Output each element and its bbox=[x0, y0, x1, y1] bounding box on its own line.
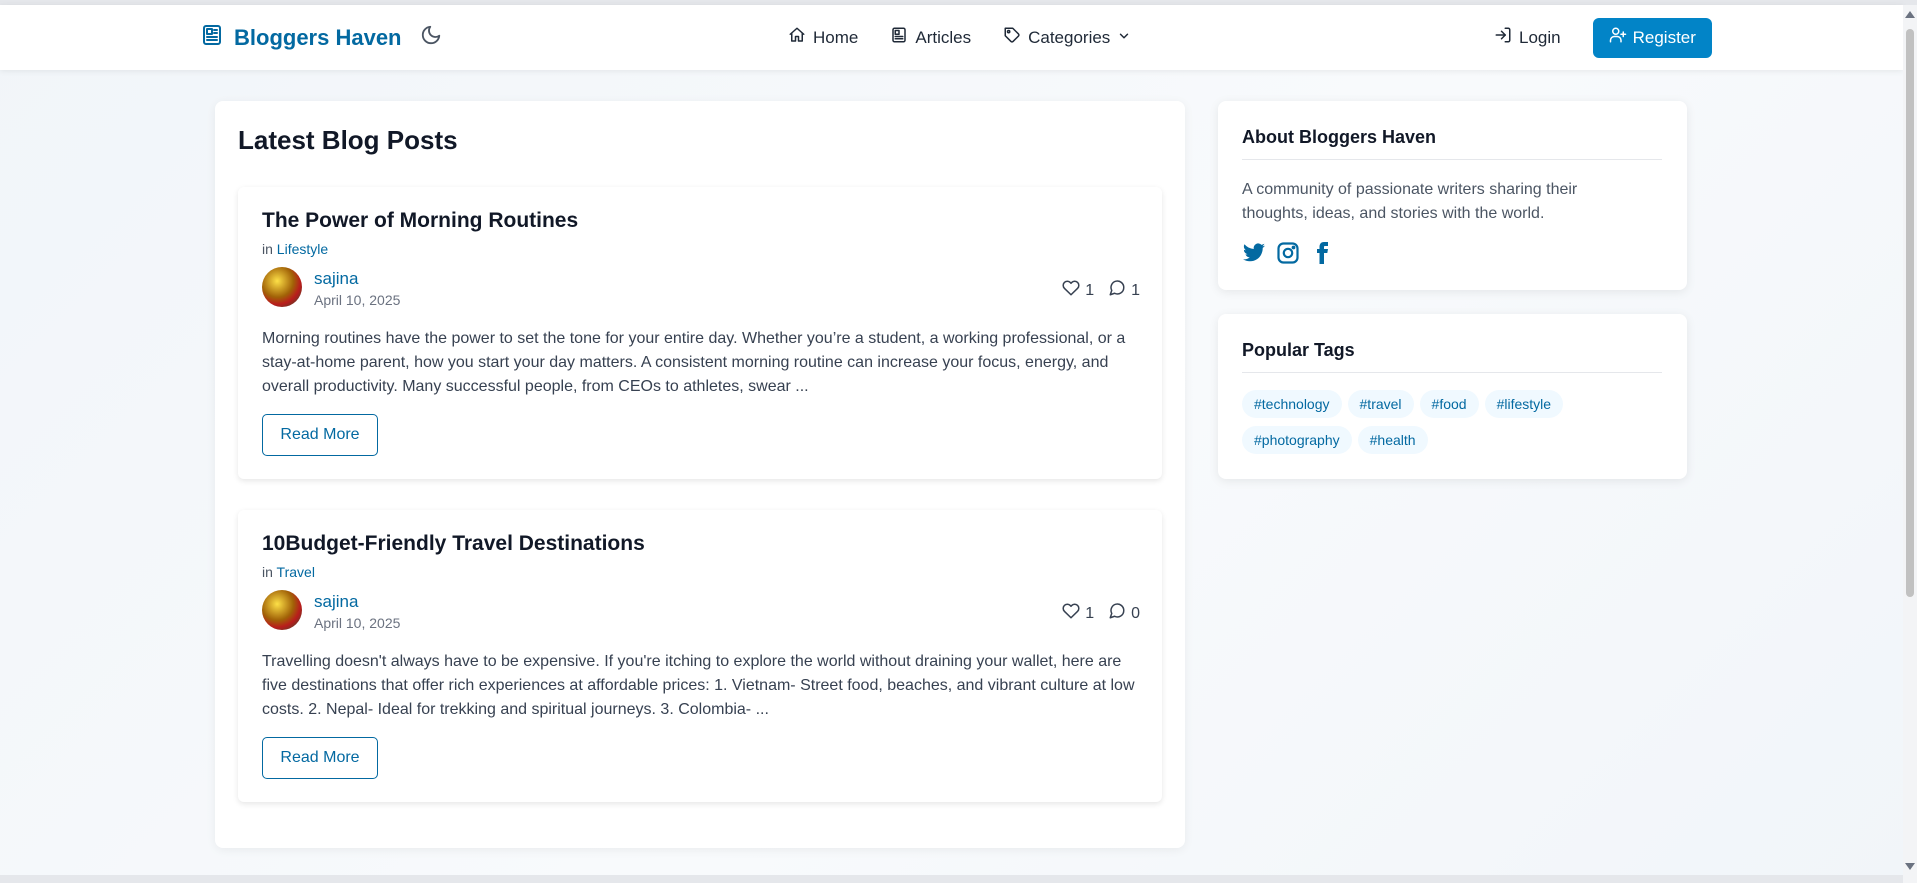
instagram-icon[interactable] bbox=[1276, 241, 1300, 270]
about-title: About Bloggers Haven bbox=[1242, 127, 1437, 147]
post-title[interactable]: 10Budget-Friendly Travel Destinations bbox=[262, 532, 645, 556]
category-prefix: in bbox=[262, 241, 273, 257]
facebook-icon[interactable] bbox=[1310, 241, 1334, 270]
heart-icon bbox=[1062, 602, 1080, 625]
tag-health[interactable]: #health bbox=[1357, 426, 1428, 454]
scroll-down-arrow-icon[interactable] bbox=[1905, 863, 1915, 870]
likes-value: 1 bbox=[1085, 604, 1095, 622]
read-more-button[interactable]: Read More bbox=[262, 414, 378, 456]
nav-categories-label: Categories bbox=[1028, 27, 1111, 47]
post-category: in Travel bbox=[262, 564, 315, 580]
login-label: Login bbox=[1519, 27, 1561, 47]
about-card: About Bloggers Haven A community of pass… bbox=[1218, 101, 1687, 290]
post-stats: 1 0 bbox=[1062, 602, 1140, 625]
author-name[interactable]: sajina bbox=[314, 592, 358, 612]
scroll-up-arrow-icon[interactable] bbox=[1905, 11, 1915, 18]
user-plus-icon bbox=[1609, 26, 1627, 49]
post-date: April 10, 2025 bbox=[314, 292, 401, 308]
social-links bbox=[1242, 241, 1334, 270]
post-card: 10Budget-Friendly Travel Destinations in… bbox=[238, 510, 1162, 802]
divider bbox=[1242, 159, 1662, 160]
post-excerpt: Morning routines have the power to set t… bbox=[262, 330, 1126, 395]
popular-tags-card: Popular Tags #technology #travel #food #… bbox=[1218, 314, 1687, 479]
comments-count[interactable]: 1 bbox=[1108, 279, 1140, 302]
divider bbox=[1242, 372, 1662, 373]
post-date: April 10, 2025 bbox=[314, 615, 401, 631]
auth-nav: Login Register bbox=[1494, 5, 1712, 70]
tags-title: Popular Tags bbox=[1242, 340, 1355, 360]
author-name[interactable]: sajina bbox=[314, 269, 358, 289]
tag-lifestyle[interactable]: #lifestyle bbox=[1484, 390, 1564, 418]
scroll-thumb[interactable] bbox=[1906, 29, 1914, 597]
likes-count[interactable]: 1 bbox=[1062, 602, 1094, 625]
brand[interactable]: Bloggers Haven bbox=[200, 5, 442, 70]
comment-icon bbox=[1108, 279, 1126, 302]
newspaper-icon bbox=[200, 23, 224, 52]
heart-icon bbox=[1062, 279, 1080, 302]
avatar[interactable] bbox=[262, 590, 302, 630]
comments-value: 0 bbox=[1131, 604, 1140, 622]
post-excerpt: Travelling doesn't always have to be exp… bbox=[262, 653, 1135, 718]
page-scrollbar[interactable] bbox=[1903, 5, 1917, 883]
main-nav: Home Articles Categories bbox=[788, 5, 1131, 70]
tag-icon bbox=[1003, 26, 1021, 49]
tag-food[interactable]: #food bbox=[1419, 390, 1479, 418]
register-label: Register bbox=[1632, 27, 1696, 47]
login-icon bbox=[1494, 26, 1512, 49]
brand-name[interactable]: Bloggers Haven bbox=[234, 25, 402, 51]
nav-home[interactable]: Home bbox=[788, 26, 858, 49]
chevron-down-icon bbox=[1117, 28, 1131, 48]
post-card: The Power of Morning Routines in Lifesty… bbox=[238, 187, 1162, 479]
home-icon bbox=[788, 26, 806, 49]
likes-value: 1 bbox=[1085, 281, 1095, 299]
category-link[interactable]: Lifestyle bbox=[277, 241, 328, 257]
comment-icon bbox=[1108, 602, 1126, 625]
nav-categories[interactable]: Categories bbox=[1003, 26, 1131, 49]
navbar: Bloggers Haven Home Articles Categories … bbox=[0, 5, 1903, 70]
comments-count[interactable]: 0 bbox=[1108, 602, 1140, 625]
comments-value: 1 bbox=[1131, 281, 1140, 299]
latest-posts-card: Latest Blog Posts The Power of Morning R… bbox=[215, 101, 1185, 848]
nav-home-label: Home bbox=[813, 27, 859, 47]
page-title: Latest Blog Posts bbox=[238, 125, 458, 155]
tag-technology[interactable]: #technology bbox=[1242, 390, 1342, 418]
category-prefix: in bbox=[262, 564, 273, 580]
tag-travel[interactable]: #travel bbox=[1347, 390, 1414, 418]
about-description: A community of passionate writers sharin… bbox=[1242, 181, 1578, 222]
post-category: in Lifestyle bbox=[262, 241, 328, 257]
articles-icon bbox=[890, 26, 908, 49]
post-stats: 1 1 bbox=[1062, 279, 1140, 302]
category-link[interactable]: Travel bbox=[277, 564, 315, 580]
horizontal-scrollbar bbox=[0, 875, 1903, 883]
register-button[interactable]: Register bbox=[1592, 17, 1712, 58]
tag-photography[interactable]: #photography bbox=[1242, 426, 1352, 454]
nav-articles-label: Articles bbox=[915, 27, 972, 47]
likes-count[interactable]: 1 bbox=[1062, 279, 1094, 302]
tag-list: #technology #travel #food #lifestyle #ph… bbox=[1242, 390, 1662, 454]
login-link[interactable]: Login bbox=[1494, 26, 1561, 49]
moon-icon[interactable] bbox=[420, 24, 442, 51]
read-more-button[interactable]: Read More bbox=[262, 737, 378, 779]
post-title[interactable]: The Power of Morning Routines bbox=[262, 209, 578, 233]
avatar[interactable] bbox=[262, 267, 302, 307]
twitter-icon[interactable] bbox=[1242, 241, 1266, 270]
nav-articles[interactable]: Articles bbox=[890, 26, 971, 49]
